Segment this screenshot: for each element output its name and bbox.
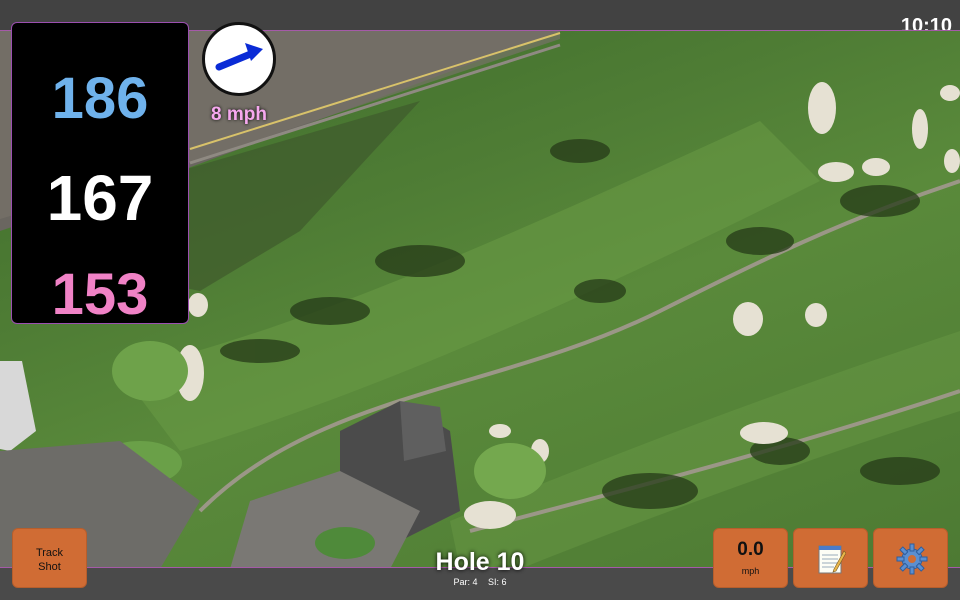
settings-button[interactable] (873, 528, 948, 588)
track-shot-label-line1: Track (35, 547, 64, 559)
hole-meta: Par: 4 SI: 6 (380, 577, 580, 587)
track-shot-label-line2: Shot (38, 561, 61, 573)
track-shot-button[interactable]: Track Shot (12, 528, 87, 588)
notes-button[interactable] (793, 528, 868, 588)
speed-value: 0.0 (737, 539, 764, 560)
hole-title: Hole 10 (435, 548, 525, 576)
wind-indicator (202, 22, 276, 96)
speed-button[interactable]: 0.0 mph (713, 528, 788, 588)
arrow-right-up-icon (215, 43, 263, 71)
back-distance: 186 (51, 66, 149, 131)
speed-unit: mph (741, 566, 760, 576)
wind-speed: 8 mph (211, 104, 267, 125)
distance-panel: 186 167 153 (11, 22, 189, 327)
front-distance: 153 (51, 262, 149, 327)
gear-icon (896, 543, 928, 575)
middle-distance: 167 (46, 162, 154, 234)
hole-par: Par: 4 (453, 577, 478, 587)
hole-si: SI: 6 (488, 577, 507, 587)
notepad-icon (818, 545, 846, 574)
